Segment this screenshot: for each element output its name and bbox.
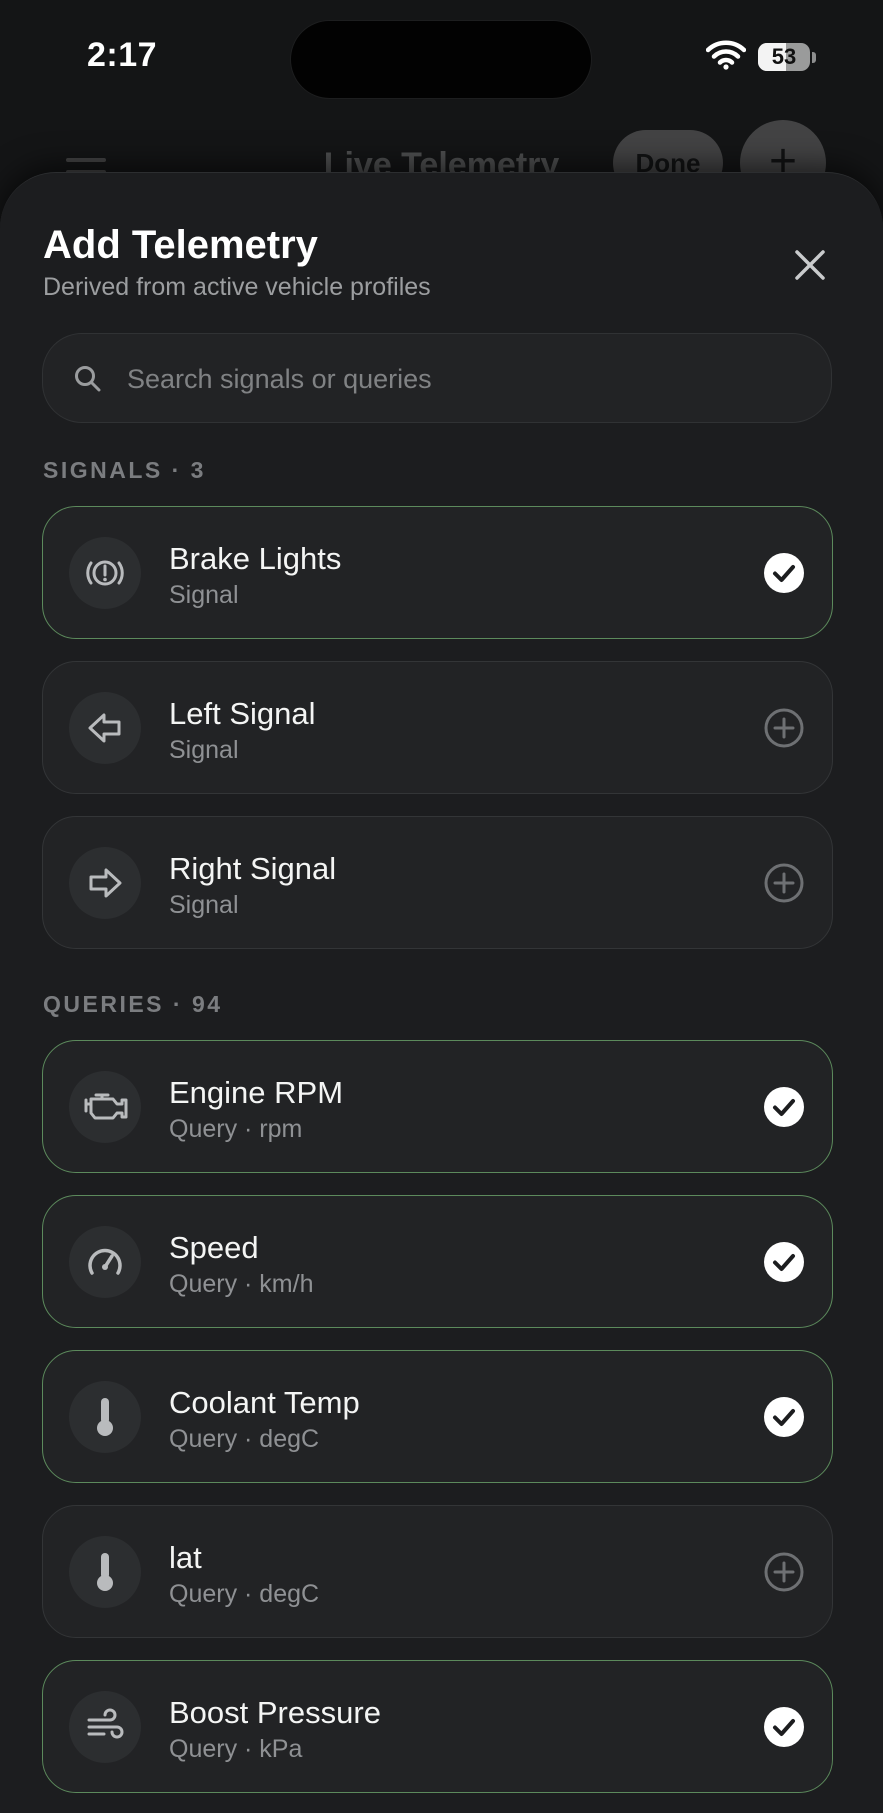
query-row-speed[interactable]: Speed Query · km/h	[42, 1195, 833, 1328]
row-subtitle: Query · rpm	[169, 1115, 303, 1143]
checkmark-icon[interactable]	[763, 1396, 805, 1438]
checkmark-icon[interactable]	[763, 1241, 805, 1283]
row-title: Left Signal	[169, 696, 316, 731]
row-title: Speed	[169, 1230, 259, 1265]
row-subtitle: Query · degC	[169, 1425, 320, 1453]
add-circle-icon[interactable]	[763, 707, 805, 749]
arrow-left-icon	[69, 692, 141, 764]
sheet-subtitle: Derived from active vehicle profiles	[43, 273, 431, 301]
status-bar: 2:17 53	[0, 0, 883, 110]
row-subtitle: Query · km/h	[169, 1270, 314, 1298]
signal-row-right-signal[interactable]: Right Signal Signal	[42, 816, 833, 949]
query-row-coolant-temp[interactable]: Coolant Temp Query · degC	[42, 1350, 833, 1483]
wind-icon	[69, 1691, 141, 1763]
checkmark-icon[interactable]	[763, 1086, 805, 1128]
query-row-lat[interactable]: lat Query · degC	[42, 1505, 833, 1638]
battery-icon: 53	[758, 43, 810, 71]
sheet-title: Add Telemetry	[43, 223, 318, 267]
thermometer-icon	[69, 1536, 141, 1608]
row-subtitle: Query · degC	[169, 1580, 320, 1608]
row-title: lat	[169, 1540, 202, 1575]
row-subtitle: Query · kPa	[169, 1735, 303, 1763]
add-telemetry-sheet: Add Telemetry Derived from active vehicl…	[0, 172, 883, 1813]
close-icon[interactable]	[786, 241, 834, 289]
row-title: Brake Lights	[169, 541, 342, 576]
dynamic-island	[290, 20, 592, 99]
wifi-icon	[706, 40, 746, 70]
battery-level: 53	[771, 44, 797, 69]
engine-icon	[69, 1071, 141, 1143]
battery-cap	[812, 52, 816, 63]
row-title: Right Signal	[169, 851, 337, 886]
row-subtitle: Signal	[169, 891, 239, 919]
add-circle-icon[interactable]	[763, 862, 805, 904]
row-title: Boost Pressure	[169, 1695, 381, 1730]
row-title: Engine RPM	[169, 1075, 344, 1110]
add-circle-icon[interactable]	[763, 1551, 805, 1593]
queries-section-label: QUERIES · 94	[43, 991, 223, 1017]
search-icon	[75, 366, 101, 392]
arrow-right-icon	[69, 847, 141, 919]
thermometer-icon	[69, 1381, 141, 1453]
row-title: Coolant Temp	[169, 1385, 360, 1420]
speedometer-icon	[69, 1226, 141, 1298]
signals-section-label: SIGNALS · 3	[43, 457, 206, 483]
query-row-engine-rpm[interactable]: Engine RPM Query · rpm	[42, 1040, 833, 1173]
checkmark-icon[interactable]	[763, 552, 805, 594]
row-subtitle: Signal	[169, 581, 239, 609]
search-input[interactable]	[125, 334, 809, 424]
query-row-boost-pressure[interactable]: Boost Pressure Query · kPa	[42, 1660, 833, 1793]
brake-warning-icon	[69, 537, 141, 609]
signal-row-brake-lights[interactable]: Brake Lights Signal	[42, 506, 833, 639]
signal-row-left-signal[interactable]: Left Signal Signal	[42, 661, 833, 794]
checkmark-icon[interactable]	[763, 1706, 805, 1748]
search-bar	[42, 333, 832, 424]
status-time: 2:17	[87, 36, 158, 74]
row-subtitle: Signal	[169, 736, 239, 764]
